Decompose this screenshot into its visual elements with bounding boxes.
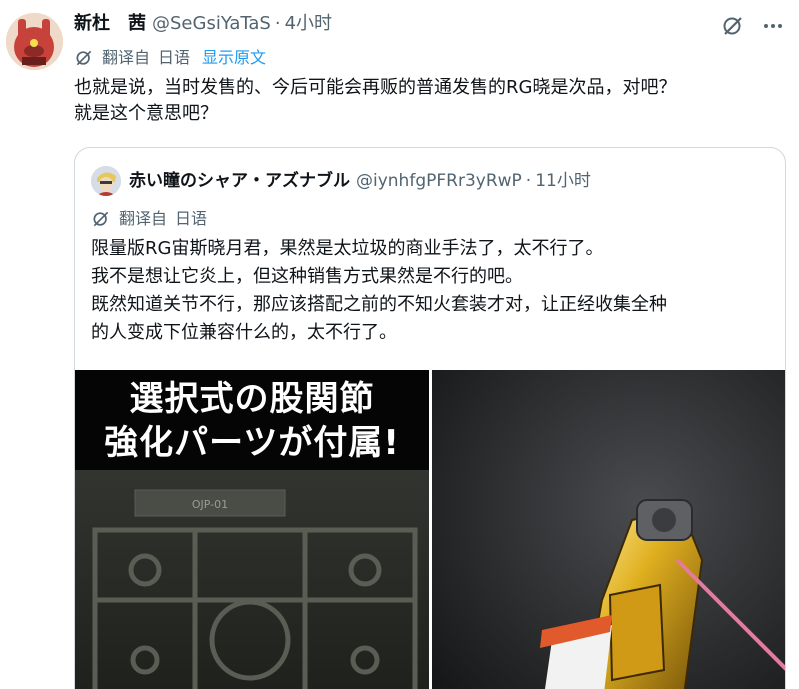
quoted-tweet-text: 限量版RG宙斯晓月君，果然是太垃圾的商业手法了，太不行了。 我不是想让它炎上，但… [91,235,771,347]
quoted-avatar-image [91,166,121,196]
translation-label: 翻译自 [102,48,151,67]
quoted-tweet[interactable]: 赤い瞳のシャア・アズナブル @iynhfgPFRr3yRwP · 11小时 翻译… [74,147,786,689]
author-avatar[interactable] [6,13,63,70]
translation-row: 翻译自 日语 显示原文 [74,47,266,69]
grok-icon[interactable] [721,14,745,38]
tweet-text-line: 也就是说，当时发售的、今后可能会再贩的普通发售的RG晓是次品，对吧？ [74,77,677,98]
quoted-text-line: 既然知道关节不行，那应该搭配之前的不知火套装才对，让正经收集全种 [91,294,667,315]
separator-dot: · [525,171,532,191]
tweet-text-line: 就是这个意思吧？ [74,103,218,124]
avatar-image [6,13,63,70]
show-original-link[interactable]: 显示原文 [202,47,266,69]
quoted-tweet-time[interactable]: 11小时 [535,169,591,193]
more-icon[interactable] [761,14,785,38]
quoted-tweet-header: 赤い瞳のシャア・アズナブル @iynhfgPFRr3yRwP · 11小时 [91,166,591,196]
quoted-text-line: 我不是想让它炎上，但这种销售方式果然是不行的吧。 [91,266,523,287]
translation-language: 日语 [158,48,191,67]
banner-line: 強化パーツが付属! [104,423,400,463]
media-banner: 選択式の股関節 強化パーツが付属! [75,370,429,470]
separator-dot: · [274,13,281,34]
banner-line: 選択式の股関節 [129,379,375,419]
translate-icon [91,209,111,229]
quoted-author-name[interactable]: 赤い瞳のシャア・アズナブル [129,169,350,193]
tweet-time[interactable]: 4小时 [285,12,332,36]
quoted-author-avatar[interactable] [91,166,121,196]
sprue-label: OJP-01 [192,498,228,511]
translation-label: 翻译自 [119,209,168,228]
author-handle[interactable]: @SeGsiYaTaS [152,12,271,36]
tweet-header: 新杜 茜 @SeGsiYaTaS · 4小时 [74,12,332,36]
translate-icon [74,48,94,68]
author-name[interactable]: 新杜 茜 [74,12,146,36]
gold-armor-photo [432,370,785,689]
quoted-text-line: 限量版RG宙斯晓月君，果然是太垃圾的商业手法了，太不行了。 [91,238,604,259]
media-image-gold-armor[interactable] [432,370,785,689]
quoted-author-handle[interactable]: @iynhfgPFRr3yRwP [356,169,522,193]
tweet-actions [721,14,785,38]
translation-language: 日语 [175,209,208,228]
quoted-text-line: 的人变成下位兼容什么的，太不行了。 [91,322,397,343]
quoted-translation-row: 翻译自 日语 [91,208,207,230]
quoted-media: OJP-01 選択式の股関節 強化パーツが付属! [75,370,785,689]
media-image-parts-sprue[interactable]: OJP-01 選択式の股関節 強化パーツが付属! [75,370,429,689]
tweet-text: 也就是说，当时发售的、今后可能会再贩的普通发售的RG晓是次品，对吧？ 就是这个意… [74,75,784,127]
